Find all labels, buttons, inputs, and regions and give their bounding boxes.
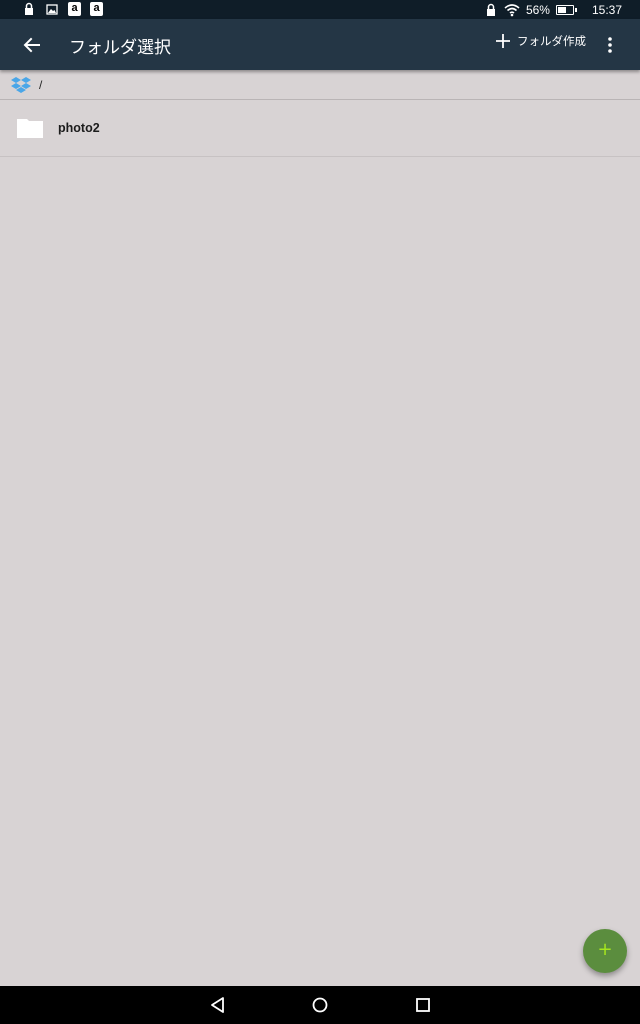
- amazon-icon: a: [90, 2, 103, 16]
- home-circle-icon[interactable]: [310, 995, 330, 1015]
- lock-icon: [25, 2, 33, 15]
- dropbox-icon[interactable]: [11, 76, 31, 94]
- lock-icon: [486, 3, 495, 16]
- folder-name: photo2: [58, 121, 100, 135]
- back-arrow-icon[interactable]: [18, 31, 46, 59]
- recent-apps-square-icon[interactable]: [413, 995, 433, 1015]
- add-fab-button[interactable]: +: [583, 929, 627, 973]
- battery-icon: [555, 4, 577, 15]
- app-bar: フォルダ選択 フォルダ作成: [0, 19, 640, 70]
- plus-icon: [496, 34, 510, 48]
- notification-icons: a a: [22, 2, 103, 16]
- more-options-icon[interactable]: [600, 33, 620, 57]
- battery-percent: 56%: [525, 2, 550, 17]
- system-status: 56% 15:37: [484, 0, 622, 19]
- back-triangle-icon[interactable]: [208, 995, 228, 1015]
- battery-fill: [557, 6, 566, 13]
- image-icon: [46, 4, 58, 15]
- folder-list: photo2: [0, 100, 640, 157]
- breadcrumb: /: [0, 70, 640, 100]
- breadcrumb-path[interactable]: /: [39, 78, 42, 92]
- clock: 15:37: [591, 2, 622, 17]
- folder-icon: [17, 119, 43, 138]
- wifi-icon: [504, 3, 520, 16]
- create-folder-button[interactable]: フォルダ作成: [495, 33, 586, 49]
- list-item[interactable]: photo2: [0, 100, 640, 157]
- navigation-bar: [0, 986, 640, 1024]
- status-bar: a a 56% 15:37: [0, 0, 640, 19]
- amazon-icon: a: [68, 2, 81, 16]
- page-title: フォルダ選択: [69, 38, 171, 58]
- create-folder-label: フォルダ作成: [517, 34, 586, 48]
